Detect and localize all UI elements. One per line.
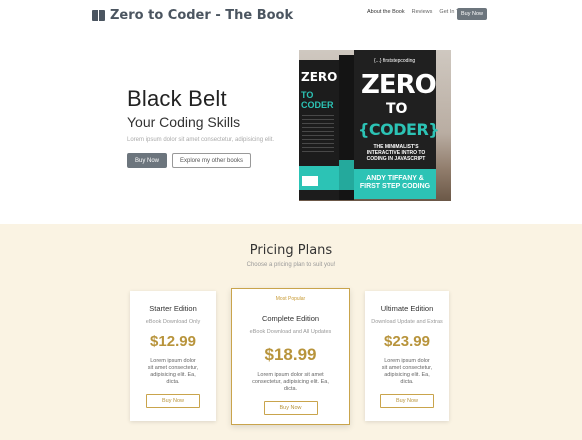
plan-body-line: dicta. xyxy=(400,379,414,385)
plan-body-line: sit amet consectetur, xyxy=(147,365,199,371)
barcode xyxy=(302,176,318,186)
book-title-zero: ZERO xyxy=(361,70,437,100)
brand[interactable]: Zero to Coder - The Book xyxy=(92,8,293,23)
plan-price: $12.99 xyxy=(150,333,196,350)
plan-desc: Download Update and Extras xyxy=(371,319,443,325)
plan-body-line: adipisicing elit. Ea, xyxy=(384,372,430,378)
explore-books-button[interactable]: Explore my other books xyxy=(172,153,251,168)
complete-buy-button[interactable]: Buy Now xyxy=(263,401,318,415)
book-logo: {...} firststepcoding xyxy=(374,58,416,64)
plan-body-line: Lorem ipsum dolor sit amet xyxy=(257,372,324,378)
book-back-cover: ZERO TO CODER xyxy=(299,60,339,200)
book-author: ANDY TIFFANY & FIRST STEP CODING xyxy=(359,175,431,190)
book-spine xyxy=(339,55,354,200)
plan-price: $18.99 xyxy=(264,345,317,364)
header-buy-button[interactable]: Buy Now xyxy=(457,8,487,20)
ultimate-buy-button[interactable]: Buy Now xyxy=(380,394,434,408)
plan-price: $23.99 xyxy=(384,333,430,350)
pricing-subtitle: Choose a pricing plan to suit you! xyxy=(246,262,336,268)
book-icon xyxy=(92,10,105,21)
plan-name: Complete Edition xyxy=(261,314,320,323)
book-front-cover: {...} firststepcoding ZERO TO {CODER} TH… xyxy=(354,50,440,199)
book-spine-band xyxy=(339,160,354,190)
plan-body-line: consectetur, adipisicing elit. Ea, xyxy=(252,379,329,385)
starter-buy-button[interactable]: Buy Now xyxy=(146,394,200,408)
plan-body-line: dicta. xyxy=(283,386,298,392)
plan-body-line: Lorem ipsum dolor xyxy=(150,358,196,364)
book-cover-image: ZERO TO CODER {...} firststepcoding ZERO… xyxy=(299,50,451,201)
hero-subtitle: Your Coding Skills xyxy=(127,114,241,130)
plan-body-line: adipisicing elit. Ea, xyxy=(150,372,196,378)
plan-name: Starter Edition xyxy=(149,304,197,313)
nav-about[interactable]: About the Book xyxy=(367,9,405,15)
book-back-title: ZERO xyxy=(301,70,338,84)
plan-body-line: sit amet consectetur, xyxy=(381,365,433,371)
plan-desc: eBook Download Only xyxy=(145,319,201,325)
hero-buy-button[interactable]: Buy Now xyxy=(127,153,167,168)
book-back-subtitle: TO CODER xyxy=(301,90,334,110)
hero-title: Black Belt xyxy=(127,86,227,111)
book-subtitle: THE MINIMALIST'S INTERACTIVE INTRO TO CO… xyxy=(366,144,426,162)
pricing-card-ultimate: Ultimate Edition Download Update and Ext… xyxy=(365,291,449,421)
plan-body-line: dicta. xyxy=(166,379,180,385)
plan-desc: eBook Download and All Updates xyxy=(249,329,332,335)
book-back-text xyxy=(302,115,334,155)
book-title-to: TO xyxy=(386,101,408,117)
plan-name: Ultimate Edition xyxy=(380,304,434,313)
plan-body-line: Lorem ipsum dolor xyxy=(384,358,430,364)
pricing-title: Pricing Plans xyxy=(249,243,333,258)
brand-title[interactable]: Zero to Coder - The Book xyxy=(110,8,293,23)
hero-text: Lorem ipsum dolor sit amet consectetur, … xyxy=(127,137,275,143)
plan-body: Lorem ipsum dolor sit amet consectetur, … xyxy=(367,358,447,386)
nav-reviews[interactable]: Reviews xyxy=(412,9,433,15)
pricing-card-complete: Most Popular Complete Edition eBook Down… xyxy=(231,288,350,425)
most-popular-ribbon: Most Popular xyxy=(275,295,306,302)
pricing-card-starter: Starter Edition eBook Download Only $12.… xyxy=(130,291,216,421)
plan-body: Lorem ipsum dolor sit amet consectetur, … xyxy=(133,358,213,386)
book-title-coder: {CODER} xyxy=(358,120,440,139)
site-header: Zero to Coder - The Book About the Book … xyxy=(0,0,582,32)
plan-body: Lorem ipsum dolor sit amet consectetur, … xyxy=(236,372,346,393)
